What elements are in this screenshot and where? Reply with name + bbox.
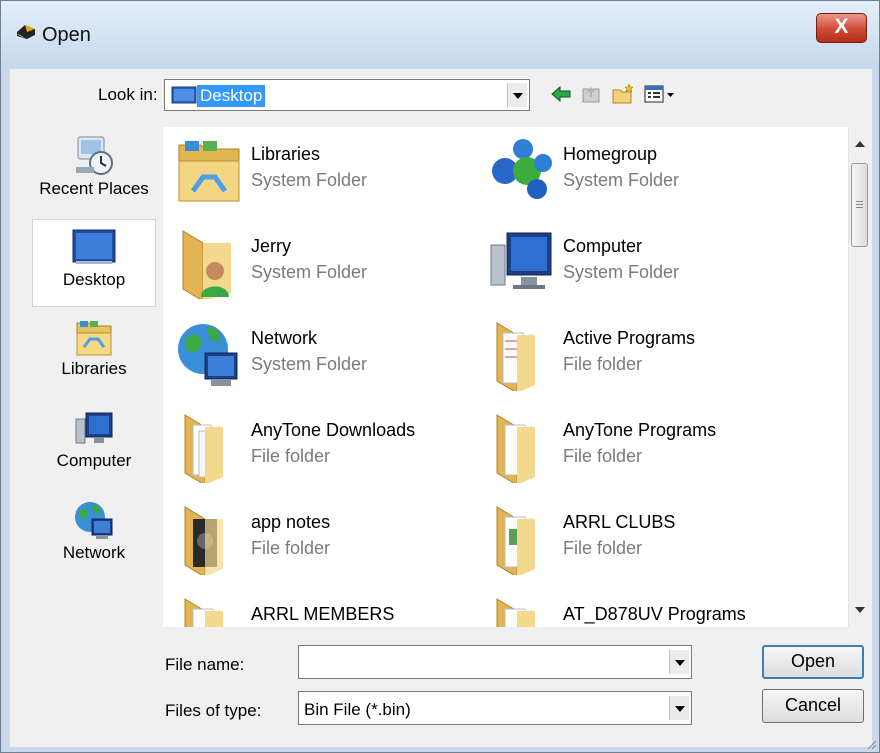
open-button[interactable]: Open [762, 645, 864, 679]
files-of-type-value: Bin File (*.bin) [304, 700, 411, 719]
file-type: File folder [563, 446, 643, 466]
list-item[interactable]: ARRL CLUBS File folder [481, 503, 781, 583]
recent-places-icon [76, 136, 113, 175]
file-type: File folder [251, 538, 331, 558]
close-button[interactable]: X [816, 13, 867, 43]
user-folder-icon [182, 230, 231, 299]
file-type: System Folder [563, 170, 680, 190]
files-of-type-dropdown-icon[interactable] [669, 696, 689, 720]
cancel-button[interactable]: Cancel [762, 689, 864, 723]
libraries-icon [178, 141, 240, 202]
open-dialog: Open X Look in: Desktop Recent Places De… [0, 0, 880, 753]
scroll-thumb[interactable] [851, 163, 868, 247]
file-name: Network [251, 328, 318, 348]
resize-grip-icon[interactable] [865, 738, 877, 750]
folder-icon [184, 506, 223, 575]
file-type: System Folder [251, 354, 368, 374]
vertical-scrollbar[interactable] [848, 127, 871, 627]
list-item[interactable]: app notes File folder [169, 503, 469, 583]
list-item[interactable]: Homegroup System Folder [481, 135, 781, 215]
places-label: Computer [56, 451, 132, 470]
file-name-dropdown-icon[interactable] [669, 650, 689, 674]
folder-icon [496, 506, 535, 575]
list-item[interactable]: Network System Folder [169, 319, 469, 399]
window-title: Open [42, 24, 91, 46]
new-folder-icon[interactable] [611, 83, 635, 105]
look-in-combo[interactable]: Desktop [164, 79, 530, 111]
title-bar[interactable]: Open X [1, 1, 879, 69]
view-menu-icon[interactable] [643, 83, 679, 105]
computer-icon [490, 232, 552, 289]
places-label: Network [62, 543, 126, 562]
back-icon[interactable] [550, 83, 572, 105]
file-type: File folder [563, 354, 643, 374]
scroll-up-icon[interactable] [855, 141, 865, 147]
file-type: System Folder [251, 170, 368, 190]
list-item[interactable]: AnyTone Downloads File folder [169, 411, 469, 491]
folder-icon [496, 598, 535, 627]
places-item-desktop[interactable]: Desktop [32, 219, 156, 307]
places-item-libraries[interactable]: Libraries [32, 317, 156, 397]
list-item[interactable]: Active Programs File folder [481, 319, 781, 399]
places-label: Recent Places [39, 179, 149, 198]
list-item[interactable]: Libraries System Folder [169, 135, 469, 215]
look-in-value: Desktop [197, 85, 266, 107]
file-name: AnyTone Downloads [251, 420, 416, 440]
file-name: AT_D878UV Programs [563, 604, 746, 624]
desktop-icon [72, 229, 116, 264]
files-of-type-select[interactable]: Bin File (*.bin) [298, 691, 692, 725]
dialog-body: Look in: Desktop Recent Places Desktop L… [10, 69, 872, 747]
file-name: Active Programs [563, 328, 696, 348]
computer-icon [75, 412, 113, 444]
places-bar: Recent Places Desktop Libraries Computer… [32, 127, 156, 687]
file-name: Libraries [251, 144, 321, 164]
up-folder-icon[interactable] [580, 83, 602, 105]
places-label: Libraries [61, 359, 127, 378]
places-label: Desktop [62, 270, 126, 289]
network-icon [178, 324, 238, 386]
places-item-network[interactable]: Network [32, 499, 156, 579]
file-name: ARRL MEMBERS [251, 604, 395, 624]
file-name: app notes [251, 512, 331, 532]
close-icon: X [834, 15, 849, 38]
file-list[interactable]: Libraries System Folder Homegroup System… [163, 127, 863, 627]
file-name: Jerry [251, 236, 291, 256]
file-type: System Folder [251, 262, 368, 282]
files-of-type-label: Files of type: [165, 701, 262, 720]
file-name-label: File name: [165, 655, 245, 674]
file-type: File folder [563, 538, 643, 558]
list-item[interactable]: ARRL MEMBERS File folder [169, 595, 469, 627]
look-in-label: Look in: [98, 85, 158, 104]
file-name: Computer [563, 236, 643, 256]
homegroup-icon [492, 139, 552, 199]
libraries-icon [76, 321, 112, 356]
file-name: Homegroup [563, 144, 658, 164]
app-icon [17, 25, 35, 39]
folder-icon [496, 322, 535, 391]
desktop-icon [171, 86, 197, 104]
list-item[interactable]: Computer System Folder [481, 227, 781, 307]
folder-icon [496, 414, 535, 483]
network-icon [75, 502, 113, 539]
scroll-down-icon[interactable] [855, 607, 865, 613]
list-item[interactable]: Jerry System Folder [169, 227, 469, 307]
folder-icon [184, 598, 223, 627]
file-name: ARRL CLUBS [563, 512, 676, 532]
file-type: System Folder [563, 262, 680, 282]
file-type: File folder [251, 446, 331, 466]
list-item[interactable]: AnyTone Programs File folder [481, 411, 781, 491]
list-item[interactable]: AT_D878UV Programs File folder [481, 595, 781, 627]
places-item-computer[interactable]: Computer [32, 409, 156, 489]
file-name-input[interactable] [298, 645, 692, 679]
file-name: AnyTone Programs [563, 420, 717, 440]
places-item-recent-places[interactable]: Recent Places [32, 133, 156, 213]
folder-icon [184, 414, 223, 483]
look-in-dropdown-icon[interactable] [507, 83, 527, 107]
